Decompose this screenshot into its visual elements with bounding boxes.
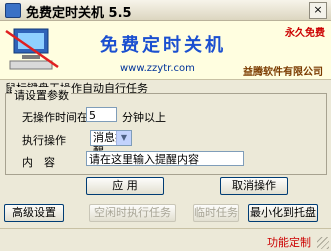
action-select[interactable]: 消息提醒 ▼ (90, 130, 132, 158)
idle-minutes-input[interactable]: 5 (86, 107, 117, 122)
website-link[interactable]: www.zzytr.com (120, 63, 195, 74)
title-bar: 免费定时关机 5.5 × (0, 0, 331, 21)
resize-grip-icon[interactable] (317, 237, 329, 249)
window-title: 免费定时关机 5.5 (26, 6, 132, 21)
app-icon (5, 3, 21, 18)
temporary-task-button[interactable]: 临时任务 (193, 204, 239, 222)
idle-task-button[interactable]: 空闲时执行任务 (89, 204, 176, 222)
header-banner: 永久免费 免费定时关机 www.zzytr.com 益腾软件有限公司 (0, 21, 331, 80)
action-label: 执行操作 (22, 134, 66, 147)
close-button[interactable]: × (309, 2, 327, 19)
content-label: 内 容 (22, 156, 55, 169)
content-input[interactable]: 请在这里输入提醒内容 (86, 151, 244, 166)
advanced-settings-button[interactable]: 高级设置 (4, 204, 64, 222)
status-bar: 功能定制 (0, 228, 331, 251)
settings-group-caption: 请设置参数 (12, 87, 71, 103)
idle-unit-label: 分钟以上 (122, 111, 166, 124)
cancel-operation-button[interactable]: 取消操作 (220, 177, 288, 195)
free-forever-label: 永久免费 (285, 28, 325, 39)
minimize-to-tray-button[interactable]: 最小化到托盘 (248, 204, 318, 222)
computer-illustration-icon (5, 28, 59, 70)
banner-title: 免费定时关机 (100, 35, 226, 56)
apply-button[interactable]: 应 用 (86, 177, 164, 195)
feature-customization-link[interactable]: 功能定制 (267, 234, 311, 250)
chevron-down-icon[interactable]: ▼ (116, 131, 131, 145)
company-name: 益腾软件有限公司 (243, 67, 323, 78)
idle-time-label: 无操作时间在 (22, 111, 88, 124)
